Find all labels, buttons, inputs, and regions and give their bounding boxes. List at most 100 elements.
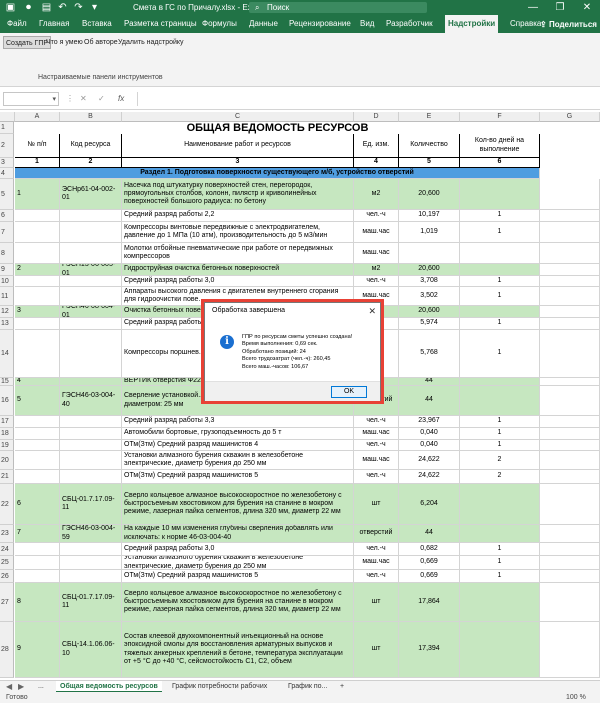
table-cell[interactable]: Компрессоры винтовые передвижные с элект… xyxy=(122,222,354,243)
row-header[interactable]: 27 xyxy=(0,583,14,622)
table-cell[interactable]: Средний разряд работы 3,0 xyxy=(122,276,354,287)
table-cell[interactable]: Сверло кольцевое алмазное высокоскоростн… xyxy=(122,583,354,622)
table-cell[interactable]: ОТм(Зтм) Средний разряд машинистов 4 xyxy=(122,440,354,451)
row-header[interactable]: 8 xyxy=(0,243,14,264)
table-cell[interactable] xyxy=(60,543,122,556)
table-cell[interactable]: Установки алмазного бурения скважин в же… xyxy=(122,556,354,570)
table-cell[interactable]: 1,019 xyxy=(399,222,460,243)
table-cell[interactable]: 17,864 xyxy=(399,583,460,622)
table-cell[interactable]: 1 xyxy=(460,570,540,583)
table-cell[interactable]: маш.час xyxy=(354,243,399,264)
table-cell[interactable]: шт xyxy=(354,622,399,678)
select-all-corner[interactable] xyxy=(0,112,15,122)
table-cell[interactable]: 6,204 xyxy=(399,484,460,525)
table-cell[interactable] xyxy=(60,428,122,440)
table-cell[interactable]: 0,040 xyxy=(399,440,460,451)
row-header[interactable]: 22 xyxy=(0,484,14,525)
table-cell[interactable]: 5,768 xyxy=(399,330,460,378)
table-cell[interactable]: 2 xyxy=(460,451,540,470)
table-cell[interactable] xyxy=(460,243,540,264)
table-cell[interactable]: 1 xyxy=(460,428,540,440)
table-cell[interactable]: 1 xyxy=(460,276,540,287)
table-cell[interactable]: 1 xyxy=(460,440,540,451)
table-cell[interactable]: 2 xyxy=(460,470,540,484)
table-cell[interactable]: чел.-ч xyxy=(354,210,399,222)
row-header[interactable]: 26 xyxy=(0,570,14,583)
tab-view[interactable]: Вид xyxy=(360,15,374,33)
table-cell-g[interactable] xyxy=(540,543,600,556)
table-cell[interactable]: СБЦ-01.7.17.09-11 xyxy=(60,484,122,525)
table-cell[interactable] xyxy=(60,470,122,484)
table-cell[interactable] xyxy=(15,243,60,264)
table-cell[interactable]: 1 xyxy=(460,330,540,378)
table-cell[interactable]: 3 xyxy=(15,306,60,318)
table-cell[interactable]: ГЭСН46-03-004-59 xyxy=(60,525,122,543)
column-header-g[interactable]: G xyxy=(540,112,600,122)
table-cell[interactable]: Установки алмазного бурения скважин в же… xyxy=(122,451,354,470)
table-cell[interactable]: 8 xyxy=(15,583,60,622)
table-cell-g[interactable] xyxy=(540,179,600,210)
table-cell[interactable]: ОТм(Зтм) Средний разряд машинистов 5 xyxy=(122,470,354,484)
table-cell[interactable]: 0,040 xyxy=(399,428,460,440)
search-box[interactable]: ⌕ Поиск xyxy=(249,2,427,13)
table-cell[interactable] xyxy=(15,543,60,556)
insert-function-icon[interactable]: fx xyxy=(118,92,124,106)
table-cell[interactable] xyxy=(60,378,122,386)
table-cell[interactable] xyxy=(15,330,60,378)
table-cell[interactable]: 23,967 xyxy=(399,416,460,428)
table-cell[interactable] xyxy=(60,451,122,470)
table-cell[interactable]: 24,622 xyxy=(399,470,460,484)
table-cell[interactable] xyxy=(15,440,60,451)
table-cell[interactable] xyxy=(460,525,540,543)
table-cell[interactable]: маш.час xyxy=(354,428,399,440)
table-cell[interactable]: 7 xyxy=(15,525,60,543)
table-cell[interactable] xyxy=(60,570,122,583)
share-button[interactable]: ⇪ Поделиться xyxy=(540,18,598,31)
table-cell[interactable] xyxy=(60,210,122,222)
column-header-c[interactable]: C xyxy=(122,112,354,122)
save-icon[interactable]: ▤ xyxy=(40,1,53,14)
tab-developer[interactable]: Разработчик xyxy=(386,15,433,33)
table-cell[interactable] xyxy=(460,484,540,525)
table-cell[interactable]: СБЦ-01.7.17.09-11 xyxy=(60,583,122,622)
table-cell[interactable]: 20,600 xyxy=(399,179,460,210)
table-cell[interactable] xyxy=(60,330,122,378)
table-cell[interactable]: Сверло кольцевое алмазное высокоскоростн… xyxy=(122,484,354,525)
zoom-level[interactable]: 100 % xyxy=(566,692,586,703)
table-cell[interactable] xyxy=(60,416,122,428)
table-cell[interactable]: ГЭСН13-06-005-01 xyxy=(60,264,122,276)
table-cell-g[interactable] xyxy=(540,484,600,525)
table-cell-g[interactable] xyxy=(540,451,600,470)
ok-button[interactable]: OK xyxy=(331,386,367,398)
table-cell-g[interactable] xyxy=(540,210,600,222)
table-cell[interactable]: СБЦ-14.1.06.06-10 xyxy=(60,622,122,678)
table-cell[interactable]: Средний разряд работы 3,0 xyxy=(122,543,354,556)
table-cell[interactable]: чел.-ч xyxy=(354,276,399,287)
table-cell-g[interactable] xyxy=(540,440,600,451)
table-cell-g[interactable] xyxy=(540,330,600,378)
table-cell[interactable] xyxy=(399,243,460,264)
table-cell[interactable]: маш.час xyxy=(354,222,399,243)
table-cell[interactable]: 1 xyxy=(460,287,540,306)
table-cell[interactable] xyxy=(60,222,122,243)
table-cell-g[interactable] xyxy=(540,470,600,484)
table-cell[interactable]: 3,708 xyxy=(399,276,460,287)
column-header-f[interactable]: F xyxy=(460,112,540,122)
table-cell[interactable]: чел.-ч xyxy=(354,440,399,451)
create-gpr-button[interactable]: Создать ГПР xyxy=(3,36,52,49)
table-cell[interactable] xyxy=(60,287,122,306)
table-cell[interactable]: чел.-ч xyxy=(354,543,399,556)
table-cell[interactable]: Молотки отбойные пневматические при рабо… xyxy=(122,243,354,264)
row-header[interactable]: 17 xyxy=(0,416,14,428)
table-cell[interactable]: 10,197 xyxy=(399,210,460,222)
table-cell[interactable] xyxy=(15,570,60,583)
table-cell[interactable]: 0,669 xyxy=(399,570,460,583)
table-cell[interactable]: 1 xyxy=(460,318,540,330)
table-cell-g[interactable] xyxy=(540,222,600,243)
table-cell[interactable] xyxy=(15,276,60,287)
table-cell[interactable] xyxy=(60,440,122,451)
table-cell[interactable]: маш.час xyxy=(354,556,399,570)
about-author-button[interactable]: Об авторе xyxy=(84,36,118,49)
table-cell[interactable]: 17,394 xyxy=(399,622,460,678)
row-header[interactable]: 16 xyxy=(0,386,14,416)
